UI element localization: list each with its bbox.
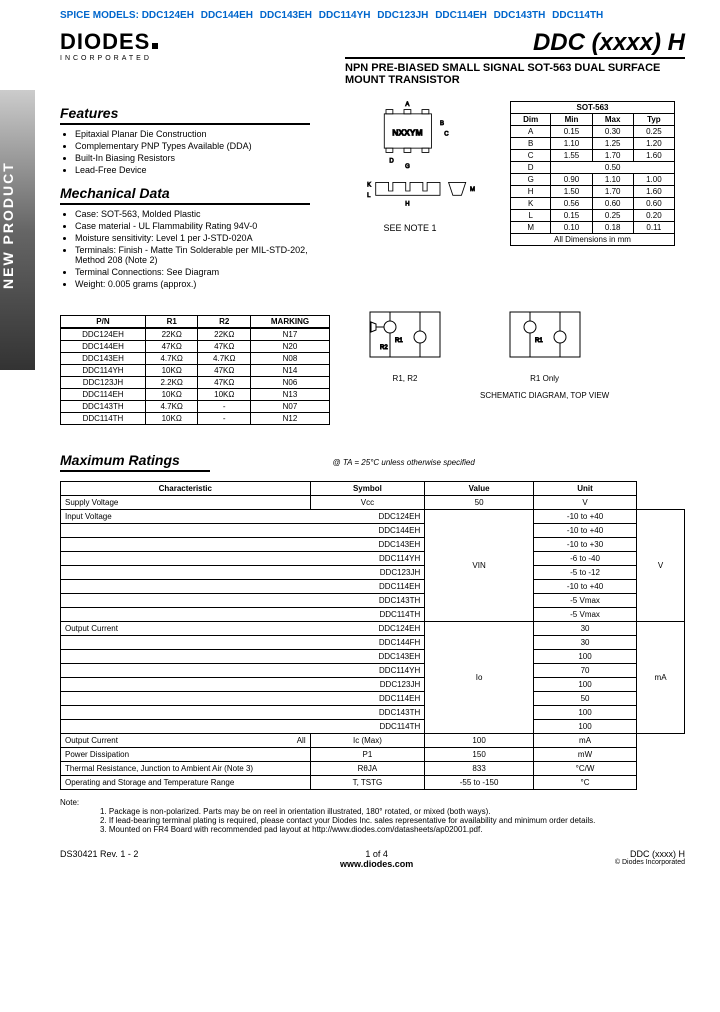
mechanical-list: Case: SOT-563, Molded Plastic Case mater…: [75, 209, 310, 289]
footer: DS30421 Rev. 1 - 2 1 of 4 www.diodes.com…: [60, 844, 685, 869]
dim-footer: All Dimensions in mm: [511, 234, 675, 246]
package-diagram: NXXYM A B C D G K L H M SEE NOTE 1: [325, 101, 495, 233]
svg-text:R1: R1: [535, 338, 543, 344]
mechanical-item: Terminals: Finish - Matte Tin Solderable…: [75, 245, 310, 265]
spice-models-row: SPICE MODELS: DDC124EH DDC144EH DDC143EH…: [60, 10, 685, 21]
mechanical-item: Case material - UL Flammability Rating 9…: [75, 221, 310, 231]
svg-text:G: G: [405, 164, 410, 170]
feature-item: Lead-Free Device: [75, 165, 310, 175]
ratings-condition: @ TA = 25°C unless otherwise specified: [333, 458, 475, 467]
see-note: SEE NOTE 1: [325, 223, 495, 233]
dimensions-table: SOT-563 DimMinMaxTyp A0.150.300.25B1.101…: [510, 101, 675, 246]
schematic-caption: SCHEMATIC DIAGRAM, TOP VIEW: [480, 391, 609, 400]
notes-label: Note:: [60, 798, 79, 807]
footer-rev: DS30421 Rev. 1 - 2: [60, 849, 138, 869]
spice-link[interactable]: DDC144EH: [201, 10, 253, 21]
package-label: NXXYM: [392, 127, 422, 137]
ratings-heading: Maximum Ratings: [60, 452, 210, 472]
notes-section: Note: 1. Package is non-polarized. Parts…: [60, 798, 685, 834]
logo: DIODES INCORPORATED: [60, 29, 158, 62]
svg-text:C: C: [444, 131, 449, 137]
mechanical-item: Case: SOT-563, Molded Plastic: [75, 209, 310, 219]
pn-table: P/NR1R2MARKING DDC124EH22KΩ22KΩN17DDC144…: [60, 315, 330, 425]
logo-main: DIODES: [60, 29, 150, 54]
footer-page: 1 of 4: [340, 849, 413, 859]
svg-text:A: A: [405, 102, 409, 108]
spice-link[interactable]: DDC143EH: [260, 10, 312, 21]
features-list: Epitaxial Planar Die Construction Comple…: [75, 129, 310, 175]
spice-link[interactable]: DDC114YH: [319, 10, 371, 21]
footer-right: DDC (xxxx) H © Diodes Incorporated: [615, 849, 685, 869]
features-heading: Features: [60, 105, 310, 125]
spice-link[interactable]: DDC114EH: [435, 10, 487, 21]
feature-item: Complementary PNP Types Available (DDA): [75, 141, 310, 151]
mechanical-item: Moisture sensitivity: Level 1 per J-STD-…: [75, 233, 310, 243]
schematic-r1r2: R1 R2 R1, R2: [360, 307, 450, 383]
page: SPICE MODELS: DDC124EH DDC144EH DDC143EH…: [0, 0, 720, 879]
footer-url[interactable]: www.diodes.com: [340, 859, 413, 869]
svg-text:D: D: [389, 159, 394, 165]
spice-link[interactable]: DDC123JH: [377, 10, 428, 21]
mechanical-item: Weight: 0.005 grams (approx.): [75, 279, 310, 289]
svg-text:M: M: [470, 187, 475, 193]
note-item: 1. Package is non-polarized. Parts may b…: [100, 807, 685, 816]
spice-label: SPICE MODELS:: [60, 10, 139, 21]
svg-text:R1: R1: [395, 338, 403, 344]
svg-text:H: H: [405, 202, 409, 208]
spice-link[interactable]: DDC114TH: [552, 10, 603, 21]
ratings-table: CharacteristicSymbolValueUnit Supply Vol…: [60, 481, 685, 790]
feature-item: Epitaxial Planar Die Construction: [75, 129, 310, 139]
svg-text:K: K: [367, 183, 371, 189]
note-item: 2. If lead-bearing terminal plating is r…: [100, 816, 685, 825]
svg-text:R2: R2: [380, 345, 388, 351]
svg-text:B: B: [440, 121, 444, 127]
schematic-r1only: R1 R1 Only SCHEMATIC DIAGRAM, TOP VIEW: [480, 307, 609, 400]
feature-item: Built-In Biasing Resistors: [75, 153, 310, 163]
logo-sub: INCORPORATED: [60, 55, 158, 62]
mechanical-heading: Mechanical Data: [60, 185, 310, 205]
header: DIODES INCORPORATED DDC (xxxx) H NPN PRE…: [60, 29, 685, 86]
schematic-label: R1, R2: [360, 374, 450, 383]
part-subtitle: NPN PRE-BIASED SMALL SIGNAL SOT-563 DUAL…: [345, 62, 685, 86]
footer-center: 1 of 4 www.diodes.com: [340, 849, 413, 869]
spice-link[interactable]: DDC143TH: [494, 10, 546, 21]
svg-text:L: L: [367, 193, 371, 199]
title-block: DDC (xxxx) H NPN PRE-BIASED SMALL SIGNAL…: [345, 29, 685, 86]
schematic-label: R1 Only: [480, 374, 609, 383]
dim-title: SOT-563: [511, 102, 675, 114]
mechanical-item: Terminal Connections: See Diagram: [75, 267, 310, 277]
note-item: 3. Mounted on FR4 Board with recommended…: [100, 825, 685, 834]
spice-link[interactable]: DDC124EH: [142, 10, 194, 21]
part-title: DDC (xxxx) H: [345, 29, 685, 59]
